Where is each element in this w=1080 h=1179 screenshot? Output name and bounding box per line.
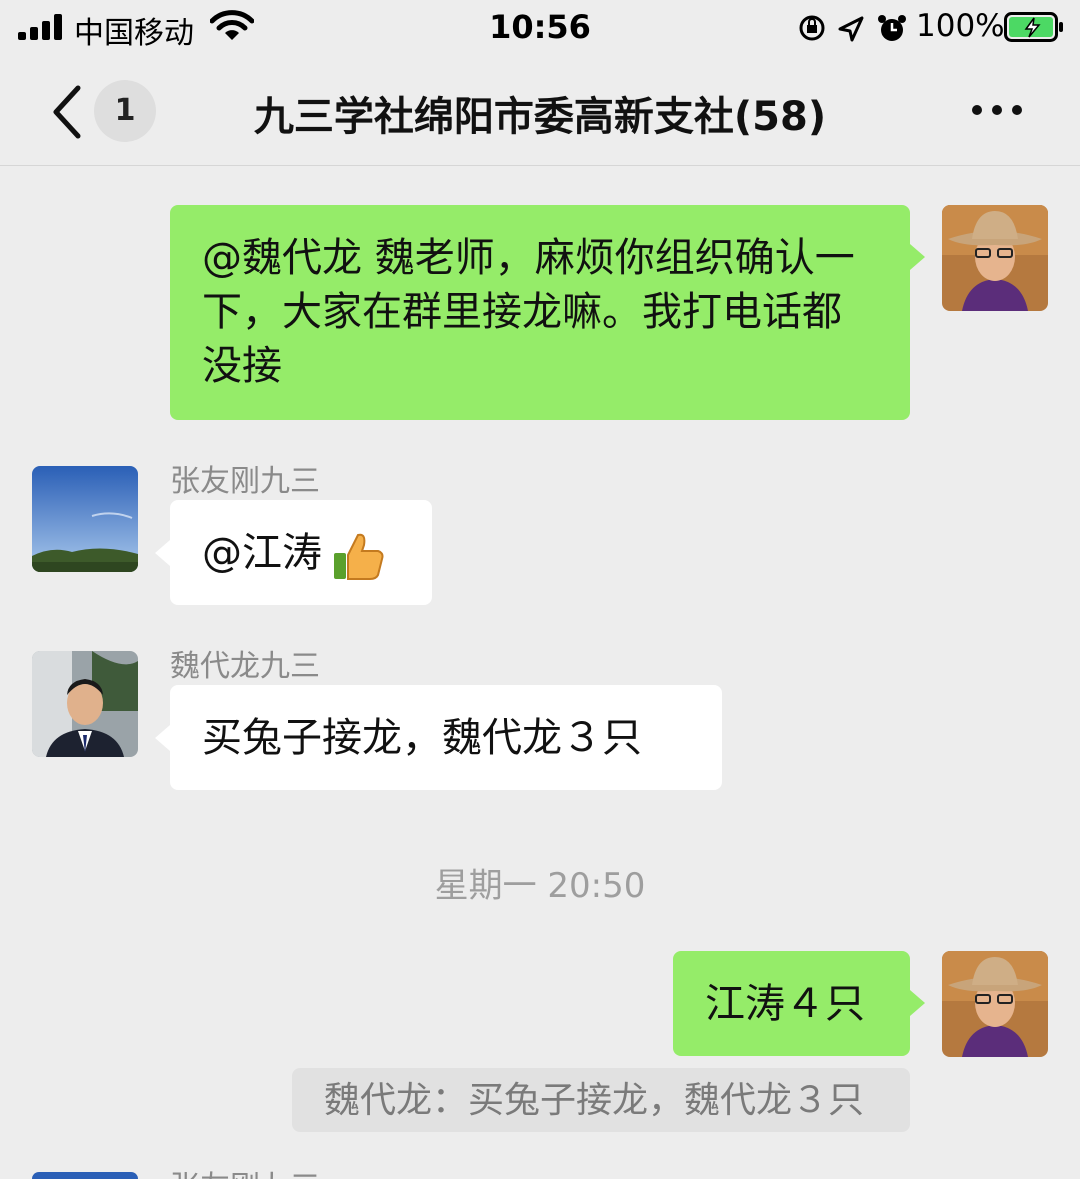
sender-name: 张友刚九三 <box>170 464 320 499</box>
orientation-lock-icon <box>799 15 825 41</box>
battery-charging-icon <box>1004 12 1063 42</box>
chat-title: 九三学社绵阳市委高新支社(58) <box>253 94 827 140</box>
avatar-image-sky <box>32 466 138 572</box>
quoted-text: 魏代龙：买兔子接龙，魏代龙３只 <box>324 1080 865 1121</box>
ellipsis-icon[interactable] <box>968 98 1026 122</box>
bubble-tail <box>155 540 170 566</box>
sender-avatar[interactable] <box>32 651 138 757</box>
chevron-left-icon[interactable] <box>46 84 86 140</box>
avatar-image-cowboy-hat <box>942 951 1048 1057</box>
message-text: 江涛４只 <box>705 981 865 1027</box>
bubble-tail <box>910 990 925 1016</box>
unread-badge[interactable]: 1 <box>94 80 156 142</box>
chat-header: 1 九三学社绵阳市委高新支社(58) <box>0 58 1080 166</box>
bubble-tail <box>155 725 170 751</box>
my-message-bubble[interactable]: @魏代龙 魏老师，麻烦你组织确认一下，大家在群里接龙嘛。我打电话都没接 <box>170 205 910 420</box>
message-text: @江涛 <box>202 530 322 576</box>
message-text: @魏代龙 魏老师，麻烦你组织确认一下，大家在群里接龙嘛。我打电话都没接 <box>202 235 855 389</box>
chat-timestamp: 星期一 20:50 <box>434 866 646 906</box>
battery-percent: 100% <box>916 8 1005 44</box>
my-avatar[interactable] <box>942 951 1048 1057</box>
avatar-image-cowboy-hat <box>942 205 1048 311</box>
their-message-bubble[interactable]: 买兔子接龙，魏代龙３只 <box>170 685 722 790</box>
avatar-image-man-in-suit <box>32 651 138 757</box>
sender-name: 魏代龙九三 <box>170 649 320 684</box>
sender-avatar[interactable] <box>32 1172 138 1179</box>
my-avatar[interactable] <box>942 205 1048 311</box>
sender-name: 张友刚九三 <box>170 1162 320 1179</box>
thumbs-up-icon <box>334 533 384 580</box>
status-icons <box>799 15 906 42</box>
sender-avatar[interactable] <box>32 466 138 572</box>
location-arrow-icon <box>838 16 864 42</box>
bubble-tail <box>910 244 925 270</box>
their-message-bubble[interactable]: @江涛 <box>170 500 432 605</box>
status-bar: 中国移动 10:56 100% <box>0 0 1080 58</box>
my-message-bubble[interactable]: 江涛４只 <box>673 951 910 1056</box>
alarm-icon <box>878 15 906 41</box>
quoted-message[interactable]: 魏代龙：买兔子接龙，魏代龙３只 <box>292 1068 910 1132</box>
message-text: 买兔子接龙，魏代龙３只 <box>202 715 642 761</box>
